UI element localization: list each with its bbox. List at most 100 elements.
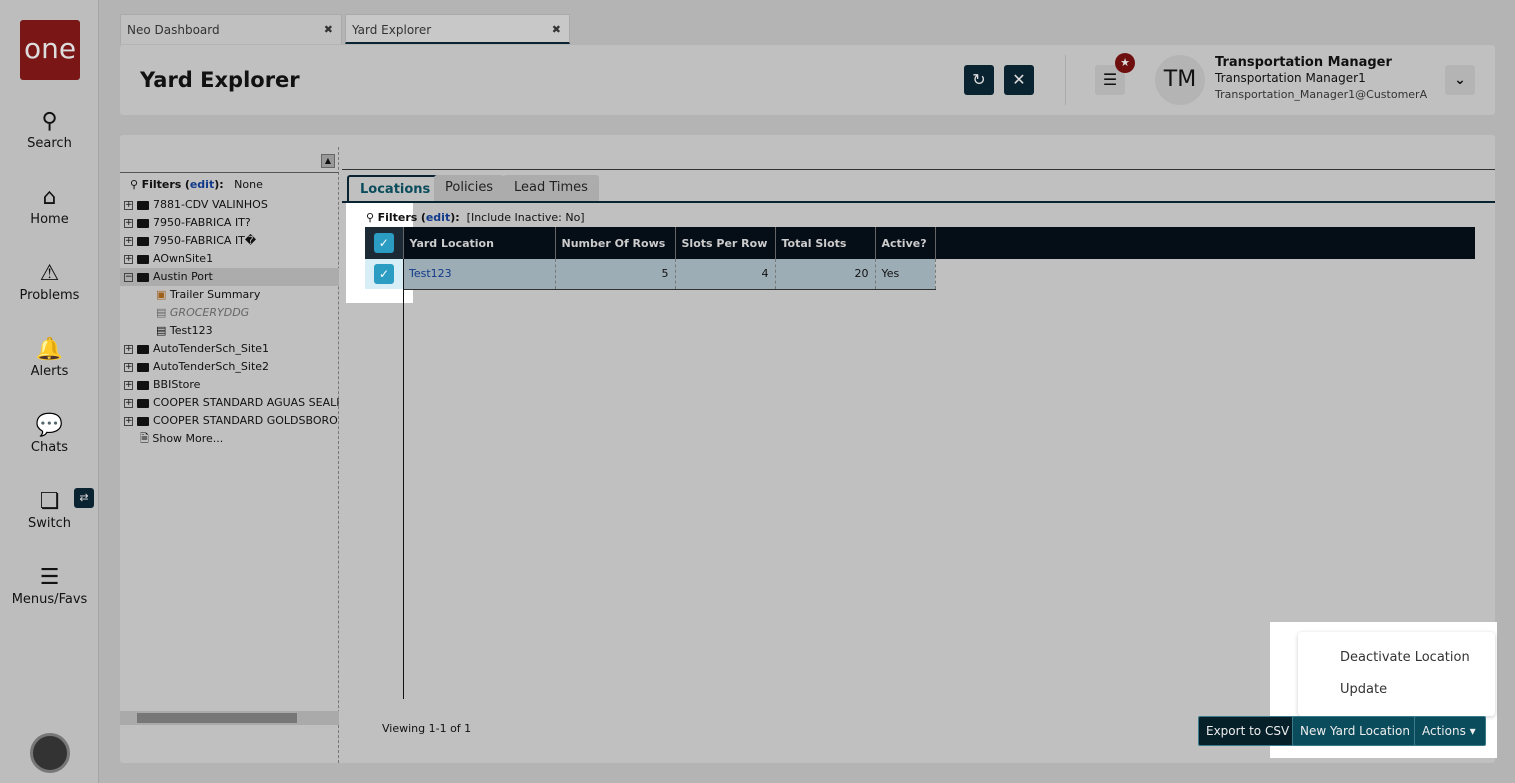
refresh-button[interactable]: ↻ (964, 65, 994, 95)
collapse-button[interactable]: ▲ (321, 154, 335, 168)
folder-icon (137, 236, 149, 246)
expand-icon: + (124, 415, 133, 426)
menu-item-deactivate-location[interactable]: Deactivate Location (1340, 650, 1470, 665)
folder-icon (137, 344, 149, 354)
tree-node[interactable]: + AutoTenderSch_Site2 (124, 358, 269, 376)
location-tree: ▲ ⚲ Filters (edit): None +7881-CDV VALIN… (120, 147, 339, 763)
star-badge-icon: ★ (1115, 53, 1135, 73)
grid-filters: ⚲ Filters (edit): [Include Inactive: No] (366, 211, 585, 224)
locations-table: ✓ Yard Location Number Of Rows Slots Per… (365, 227, 1475, 290)
table-row[interactable]: ✓ Test123 5 4 20 Yes (365, 259, 1475, 290)
avatar[interactable]: TM (1155, 55, 1205, 105)
chat-icon: 💬 (35, 413, 64, 438)
tree-node[interactable]: + COOPER STANDARD GOLDSBORO (124, 412, 338, 430)
user-role: Transportation Manager (1215, 55, 1392, 70)
column-header[interactable]: Number Of Rows (555, 227, 676, 259)
column-header[interactable]: Yard Location (403, 227, 556, 259)
menu-item-update[interactable]: Update (1340, 682, 1387, 697)
search-icon: ⚲ (366, 211, 375, 224)
nav-label: Search (27, 136, 72, 151)
nav-chats[interactable]: 💬 Chats (0, 412, 99, 455)
yard-icon: ▤ (156, 306, 167, 319)
expand-icon: + (124, 379, 133, 390)
logo[interactable]: one (20, 20, 80, 80)
assistant-avatar[interactable] (30, 733, 70, 773)
row-checkbox[interactable]: ✓ (365, 259, 403, 289)
nav-label: Alerts (30, 364, 69, 379)
horizontal-scrollbar[interactable] (120, 711, 339, 725)
nav-home[interactable]: ⌂ Home (0, 184, 99, 227)
tab-neo-dashboard[interactable]: Neo Dashboard ✖ (120, 14, 342, 44)
nav-label: Chats (30, 440, 69, 455)
tree-child[interactable]: ▣ Trailer Summary (156, 286, 260, 304)
nav-label: Menus/Favs (11, 592, 88, 607)
nav-label: Switch (28, 516, 71, 531)
new-yard-location-button[interactable]: New Yard Location (1292, 716, 1418, 746)
search-icon: ⚲ (41, 109, 58, 134)
tree-node[interactable]: +7881-CDV VALINHOS (124, 196, 268, 214)
truck-icon: ▣ (156, 288, 167, 301)
tree-node[interactable]: +7950-FABRICA IT� (124, 232, 256, 250)
yard-icon: ▤ (156, 324, 167, 337)
close-icon[interactable]: ✖ (552, 23, 561, 36)
page-title: Yard Explorer (140, 68, 300, 92)
select-all-checkbox[interactable]: ✓ (365, 227, 404, 259)
expand-icon: + (124, 397, 133, 408)
switch-badge-icon[interactable]: ⇄ (74, 488, 94, 508)
folder-open-icon (137, 272, 149, 282)
tab-lead-times[interactable]: Lead Times (503, 175, 599, 202)
pagination-info: Viewing 1-1 of 1 (382, 722, 472, 735)
tab-policies[interactable]: Policies (434, 175, 505, 202)
tab-label: Neo Dashboard (127, 23, 220, 37)
cell: 20 (775, 259, 876, 290)
tab-locations[interactable]: Locations (347, 175, 444, 202)
caret-down-icon: ▾ (1469, 724, 1476, 738)
tree-child[interactable]: ▤ Test123 (156, 322, 213, 340)
nav-alerts[interactable]: 🔔 Alerts (0, 336, 99, 379)
left-nav: one ⚲ Search ⌂ Home ⚠ Problems 🔔 Alerts 💬 Cha… (0, 0, 99, 783)
edit-filters-link[interactable]: edit (190, 178, 214, 191)
folder-icon (137, 416, 149, 426)
nav-problems[interactable]: ⚠ Problems (0, 260, 99, 303)
tree-node[interactable]: + BBIStore (124, 376, 200, 394)
tree-node[interactable]: +7950-FABRICA IT? (124, 214, 251, 232)
close-button[interactable]: ✕ (1004, 65, 1034, 95)
tab-label: Yard Explorer (352, 23, 432, 37)
column-header[interactable]: Slots Per Row (675, 227, 776, 259)
tree-node[interactable]: + AOwnSite1 (124, 250, 213, 268)
bell-icon: 🔔 (35, 337, 64, 362)
collapse-icon: − (124, 271, 133, 282)
close-icon[interactable]: ✖ (324, 23, 333, 36)
tree-node[interactable]: + COOPER STANDARD AGUAS SEALING (124, 394, 339, 412)
edit-filters-link[interactable]: edit (426, 211, 450, 224)
expand-icon: + (124, 253, 133, 264)
check-icon: ✓ (373, 233, 394, 253)
nav-menus[interactable]: ☰ Menus/Favs (0, 564, 99, 607)
nav-label: Problems (19, 288, 80, 303)
check-icon: ✓ (374, 264, 394, 284)
folder-icon (137, 398, 149, 408)
expand-icon: + (124, 199, 133, 210)
tree-node[interactable]: + AutoTenderSch_Site1 (124, 340, 269, 358)
expand-icon: + (124, 235, 133, 246)
search-icon: ⚲ (130, 178, 139, 191)
page-header: Yard Explorer ↻ ✕ ☰ ★ TM Transportation … (120, 45, 1495, 115)
tab-yard-explorer[interactable]: Yard Explorer ✖ (345, 14, 570, 44)
folder-icon (137, 218, 149, 228)
folder-icon (137, 362, 149, 372)
show-more-link[interactable]: 🗎 Show More... (140, 430, 223, 448)
expand-icon: + (124, 343, 133, 354)
actions-button[interactable]: Actions ▾ (1414, 716, 1486, 746)
scrollbar-thumb[interactable] (137, 713, 297, 723)
user-name: Transportation Manager1 (1215, 71, 1366, 85)
tree-node-selected[interactable]: − Austin Port (120, 268, 339, 286)
tree-child[interactable]: ▤ GROCERYDDG (156, 304, 249, 322)
warning-icon: ⚠ (39, 261, 60, 286)
nav-label: Home (30, 212, 69, 227)
nav-search[interactable]: ⚲ Search (0, 108, 99, 151)
yard-location-link[interactable]: Test123 (403, 259, 556, 290)
export-csv-button[interactable]: Export to CSV (1198, 716, 1298, 746)
chevron-down-icon[interactable]: ⌄ (1445, 65, 1475, 95)
column-header[interactable]: Total Slots (775, 227, 876, 259)
column-header[interactable]: Active? (875, 227, 936, 259)
